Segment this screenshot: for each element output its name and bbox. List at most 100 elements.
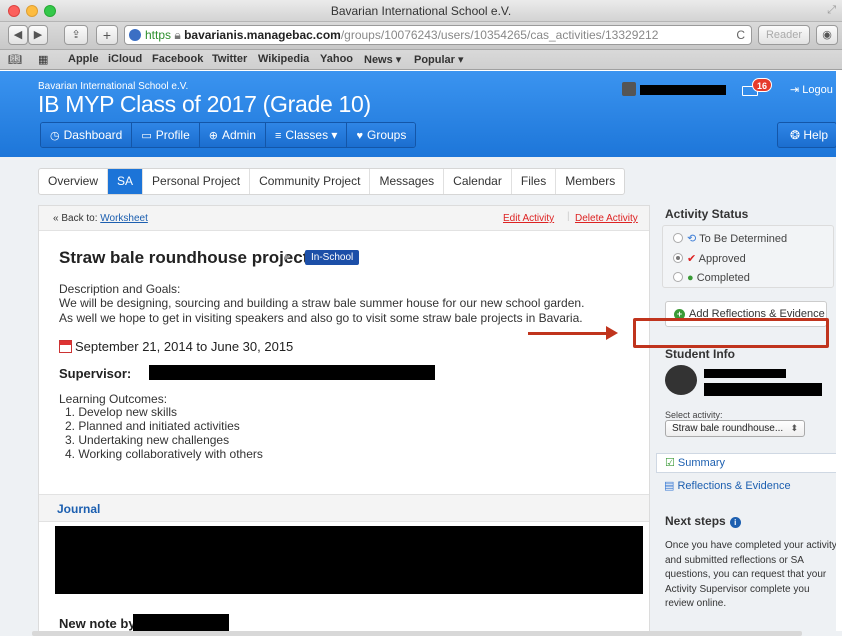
tab-overview[interactable]: Overview	[39, 169, 109, 194]
learning-outcomes-label: Learning Outcomes:	[59, 392, 168, 406]
tab-calendar[interactable]: Calendar	[444, 169, 512, 194]
info-icon[interactable]: i	[729, 517, 741, 528]
select-arrows-icon: ⬍	[790, 423, 798, 433]
next-steps-title: Next steps i	[665, 514, 741, 528]
new-note-label: New note by	[59, 616, 136, 631]
bookmark-item[interactable]: Twitter	[212, 53, 247, 65]
bookmark-item[interactable]: News ▾	[364, 53, 401, 66]
redacted-student-name	[704, 369, 786, 378]
journal-title[interactable]: Journal	[57, 502, 100, 516]
nav-profile[interactable]: ▭ Profile	[132, 123, 200, 147]
reading-list-icon[interactable]: 📖︎	[8, 53, 22, 66]
activity-dates: September 21, 2014 to June 30, 2015	[75, 339, 294, 354]
share-button[interactable]: ⇪	[64, 25, 88, 45]
reader-button[interactable]: Reader	[758, 25, 810, 45]
list-item: 1. Develop new skills	[65, 405, 178, 419]
select-activity-label: Select activity:	[665, 410, 723, 420]
redacted-note-author	[133, 614, 229, 631]
delete-activity-link[interactable]: Delete Activity	[575, 213, 638, 224]
activity-select[interactable]: Straw bale roundhouse... ⬍	[665, 420, 805, 437]
check-circle-icon: ●	[687, 272, 697, 284]
back-to: « Back to: Worksheet	[53, 213, 148, 224]
profile-icon: ▭	[141, 130, 152, 142]
tab-sa[interactable]: SA	[108, 169, 144, 194]
checkmark-icon: ✔	[687, 253, 699, 265]
logout-link[interactable]: ⇥ Logou	[790, 83, 833, 96]
tab-files[interactable]: Files	[512, 169, 557, 194]
back-button[interactable]: ◀	[8, 25, 28, 45]
student-avatar	[665, 365, 697, 395]
right-edge	[836, 71, 842, 631]
edit-document-icon: ▤	[664, 480, 678, 492]
top-sites-icon[interactable]: ▦	[38, 53, 48, 66]
notification-badge: 16	[752, 78, 772, 92]
bookmark-item[interactable]: Facebook	[152, 53, 203, 65]
activity-panel: « Back to: Worksheet Edit Activity | Del…	[38, 205, 650, 636]
status-completed[interactable]: ● Completed	[673, 272, 750, 284]
bookmark-item[interactable]: Yahoo	[320, 53, 353, 65]
activity-type-badge: In-School	[305, 250, 360, 265]
help-button[interactable]: ❂ Help	[777, 122, 837, 148]
bookmark-item[interactable]: iCloud	[108, 53, 142, 65]
tab-messages[interactable]: Messages	[370, 169, 445, 194]
forward-button[interactable]: ▶	[28, 25, 48, 45]
browser-toolbar: ◀ ▶ ⇪ + https 🔒︎ bavarianis.managebac.co…	[0, 22, 842, 50]
window-title: Bavarian International School e.V.	[330, 4, 512, 18]
horizontal-scrollbar[interactable]	[32, 631, 802, 636]
help-icon: ❂	[790, 128, 804, 142]
tab-community-project[interactable]: Community Project	[250, 169, 371, 194]
bookmark-item[interactable]: Popular ▾	[414, 53, 464, 66]
divider: |	[567, 211, 570, 222]
url-scheme: https	[145, 28, 172, 42]
bookmark-item[interactable]: Wikipedia	[258, 53, 309, 65]
nav-admin[interactable]: ⊕ Admin	[199, 123, 266, 147]
radio-button[interactable]	[673, 233, 683, 243]
user-avatar[interactable]	[622, 82, 636, 96]
site-globe-icon	[129, 29, 141, 41]
reflections-evidence-link[interactable]: ▤ Reflections & Evidence	[656, 476, 842, 496]
radio-button[interactable]	[673, 272, 683, 282]
edit-activity-link[interactable]: Edit Activity	[503, 213, 554, 224]
annotation-highlight-box	[633, 318, 829, 348]
tab-bar: Overview SA Personal Project Community P…	[38, 168, 626, 195]
main-nav: ◷ Dashboard ▭ Profile ⊕ Admin ≡ Classes ▾ ♥ G…	[40, 122, 417, 148]
list-item: 3. Undertaking new challenges	[65, 433, 230, 447]
downloads-icon[interactable]: ◉	[816, 25, 838, 45]
nav-groups[interactable]: ♥ Groups	[347, 123, 416, 147]
supervisor-label: Supervisor:	[59, 366, 132, 381]
tab-members[interactable]: Members	[556, 169, 624, 194]
reload-button[interactable]: C	[736, 26, 745, 44]
back-to-worksheet-link[interactable]: Worksheet	[100, 213, 148, 224]
annotation-arrow	[528, 326, 618, 340]
add-tab-button[interactable]: +	[96, 25, 118, 45]
student-info-title: Student Info	[665, 347, 735, 361]
sidebar: Activity Status ⟲ To Be Determined ✔ App…	[650, 205, 842, 636]
learning-outcomes-list: 1. Develop new skills 2. Planned and ini…	[65, 405, 263, 461]
journal-header: Journal	[39, 494, 649, 522]
chevron-right-icon[interactable]: ▸	[285, 250, 291, 263]
next-steps-text: Once you have completed your activity an…	[665, 540, 837, 609]
url-path: /groups/10076243/users/10354265/cas_acti…	[340, 28, 659, 42]
groups-icon: ♥	[356, 130, 363, 142]
list-item: 2. Planned and initiated activities	[65, 419, 240, 433]
app-header: Bavarian International School e.V. IB MY…	[0, 71, 842, 157]
redacted-username	[640, 85, 726, 95]
radio-button-selected[interactable]	[673, 253, 683, 263]
status-approved[interactable]: ✔ Approved	[673, 252, 746, 265]
tab-personal-project[interactable]: Personal Project	[143, 169, 251, 194]
summary-icon: ☑	[665, 457, 678, 469]
summary-link[interactable]: ☑ Summary	[656, 453, 842, 473]
list-item: 4. Working collaboratively with others	[65, 447, 263, 461]
description-text: We will be designing, sourcing and build…	[59, 296, 585, 325]
address-bar[interactable]: https 🔒︎ bavarianis.managebac.com/groups…	[124, 25, 752, 45]
classes-icon: ≡	[274, 130, 282, 142]
fullscreen-icon[interactable]: ⤢	[827, 4, 836, 17]
bookmark-item[interactable]: Apple	[68, 53, 99, 65]
status-box: ⟲ To Be Determined ✔ Approved ● Complete…	[662, 225, 834, 288]
logout-icon: ⇥	[790, 84, 803, 96]
activity-status-title: Activity Status	[665, 207, 749, 221]
status-to-be-determined[interactable]: ⟲ To Be Determined	[673, 232, 787, 245]
page-title: IB MYP Class of 2017 (Grade 10)	[38, 91, 371, 117]
nav-classes[interactable]: ≡ Classes ▾	[265, 123, 348, 147]
nav-dashboard[interactable]: ◷ Dashboard	[41, 123, 133, 147]
